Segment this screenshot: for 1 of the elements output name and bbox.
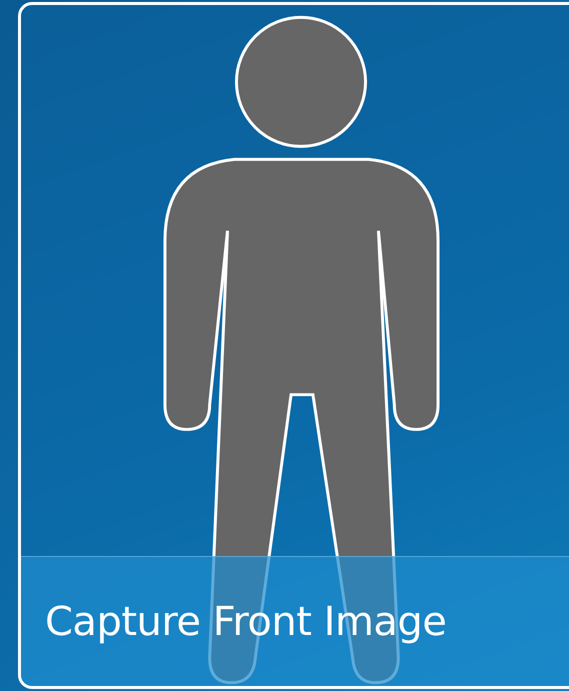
capture-button[interactable]: Capture Front Image — [18, 2, 569, 689]
